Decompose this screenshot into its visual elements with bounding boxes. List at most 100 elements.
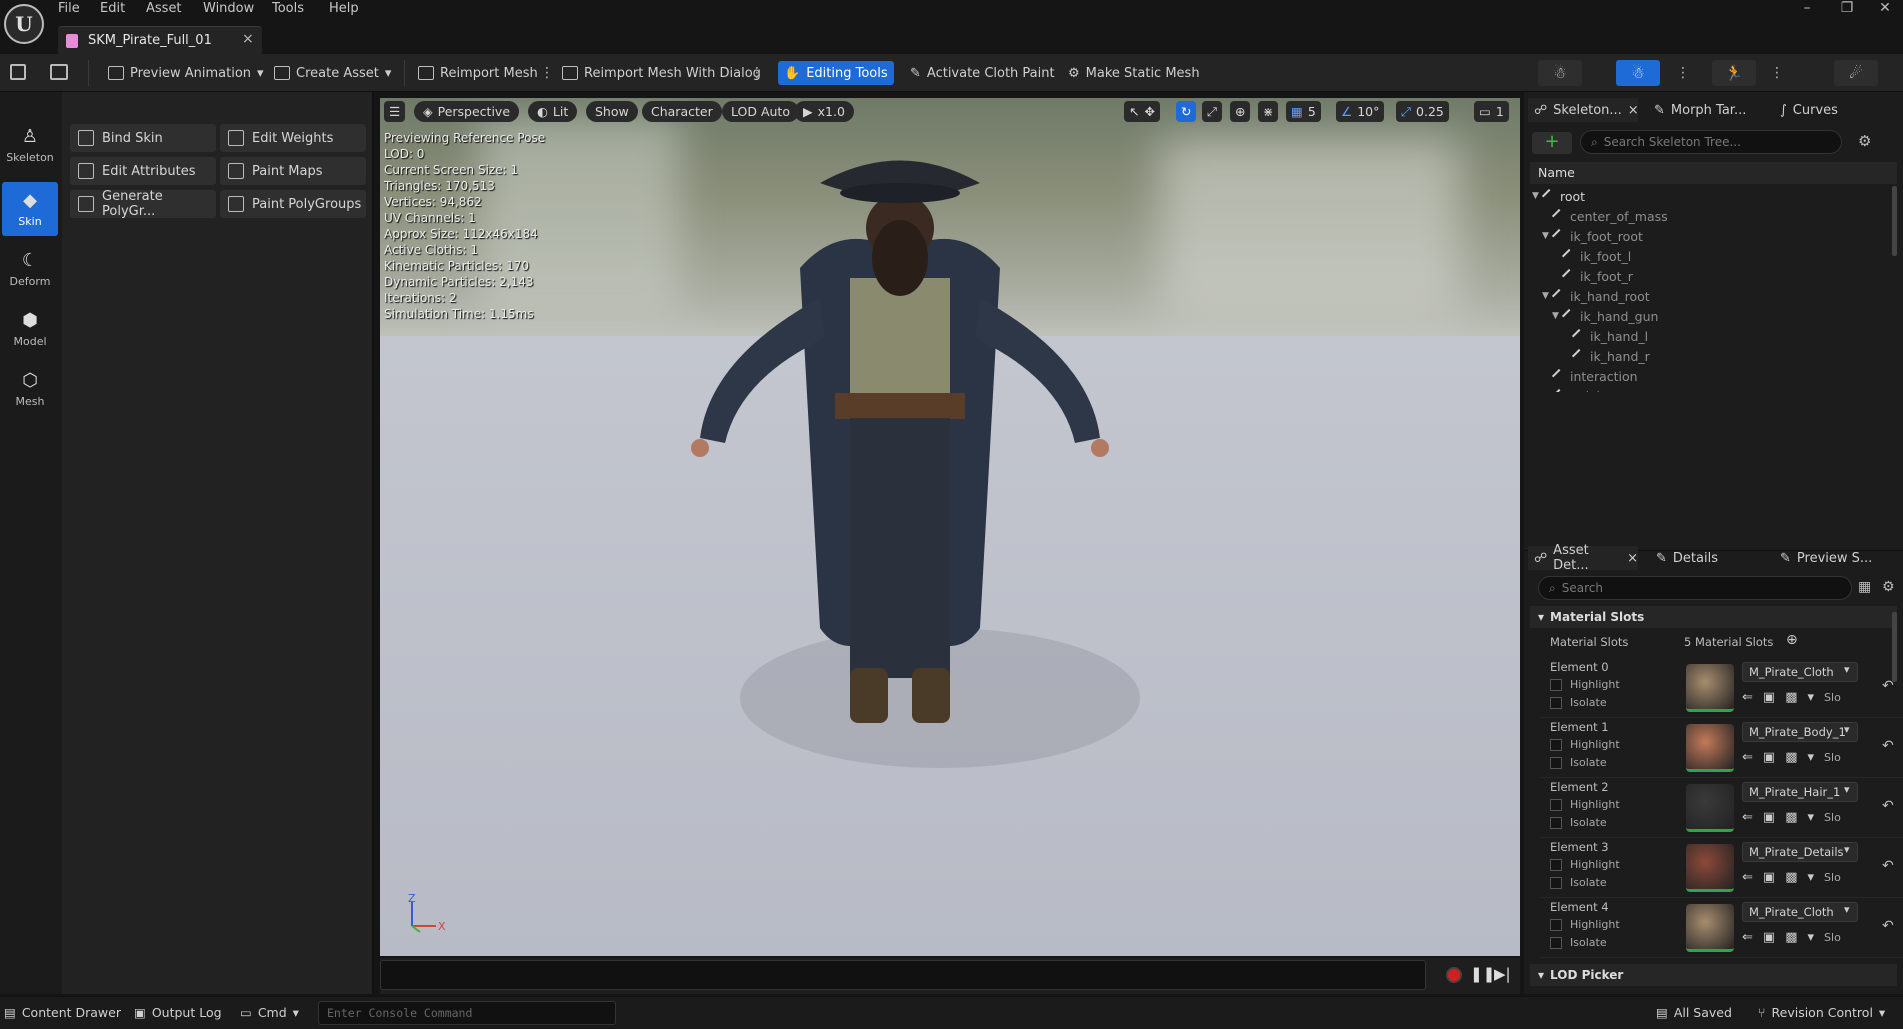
highlight-checkbox[interactable] xyxy=(1550,738,1562,751)
lod-picker-section[interactable]: ▾ LOD Picker xyxy=(1530,964,1897,986)
add-slot-icon[interactable]: ⊕ xyxy=(1786,632,1798,648)
menu-window[interactable]: Window xyxy=(203,1,254,16)
use-selected-icon[interactable]: ⇐ xyxy=(1742,930,1753,945)
material-dropdown[interactable]: M_Pirate_Details xyxy=(1742,842,1858,862)
surface-snap-button[interactable]: ⋇ xyxy=(1258,101,1279,122)
skeleton-search-input[interactable]: ⌕ Search Skeleton Tree... xyxy=(1580,130,1842,154)
bone-row[interactable]: ▼ pelvis xyxy=(1532,386,1892,392)
more-options-icon[interactable]: ⋮ xyxy=(1676,64,1690,82)
sidebar-item-deform[interactable]: ☾ Deform xyxy=(2,242,58,296)
close-icon[interactable]: × xyxy=(1627,551,1638,566)
tab-morph-targets[interactable]: ✎ Morph Tar... xyxy=(1654,98,1746,122)
highlight-row[interactable]: Highlight xyxy=(1550,798,1620,811)
highlight-checkbox[interactable] xyxy=(1550,798,1562,811)
sidebar-item-skeleton[interactable]: ♙ Skeleton xyxy=(2,118,58,172)
isolate-row[interactable]: Isolate xyxy=(1550,816,1607,829)
details-scrollbar[interactable] xyxy=(1892,612,1897,682)
bone-row[interactable]: center_of_mass xyxy=(1532,206,1892,226)
rotate-tool-button[interactable]: ↻ xyxy=(1176,101,1197,122)
skeleton-scrollbar[interactable] xyxy=(1892,186,1897,256)
activate-cloth-paint-button[interactable]: ✎ Activate Cloth Paint xyxy=(904,61,1061,85)
edit-weights-button[interactable]: Edit Weights xyxy=(220,124,366,152)
material-dropdown[interactable]: M_Pirate_Body_1 xyxy=(1742,722,1858,742)
sidebar-item-skin[interactable]: ◆ Skin xyxy=(2,182,58,236)
bone-row[interactable]: ik_hand_r xyxy=(1532,346,1892,366)
record-icon[interactable] xyxy=(1446,967,1462,983)
camera-speed-button[interactable]: ▭ 1 xyxy=(1474,101,1509,122)
tab-curves[interactable]: ∫ Curves xyxy=(1780,98,1838,122)
chevron-down-icon[interactable]: ▾ xyxy=(1808,930,1815,945)
world-local-button[interactable]: ⊕ xyxy=(1230,101,1251,122)
revision-control-button[interactable]: ⑂ Revision Control ▾ xyxy=(1758,1005,1885,1020)
menu-tools[interactable]: Tools xyxy=(272,1,304,16)
save-icon[interactable] xyxy=(10,64,26,80)
close-window-button[interactable]: ✕ xyxy=(1870,0,1900,20)
bone-row[interactable]: ik_foot_l xyxy=(1532,246,1892,266)
checker-icon[interactable]: ▩ xyxy=(1785,750,1797,765)
browse-folder-icon[interactable]: ▣ xyxy=(1763,870,1775,885)
use-selected-icon[interactable]: ⇐ xyxy=(1742,810,1753,825)
material-thumbnail[interactable] xyxy=(1686,724,1734,772)
browse-folder-icon[interactable]: ▣ xyxy=(1763,930,1775,945)
bone-row[interactable]: ▼ ik_foot_root xyxy=(1532,226,1892,246)
material-dropdown[interactable]: M_Pirate_Hair_1 xyxy=(1742,782,1858,802)
highlight-checkbox[interactable] xyxy=(1550,858,1562,871)
chevron-down-icon[interactable]: ▾ xyxy=(1808,750,1815,765)
preview-animation-button[interactable]: Preview Animation ▾ xyxy=(102,61,270,85)
tab-preview-scene[interactable]: ✎ Preview S... xyxy=(1780,546,1872,570)
menu-edit[interactable]: Edit xyxy=(100,1,125,16)
reimport-mesh-button[interactable]: Reimport Mesh xyxy=(412,61,544,85)
show-button[interactable]: Show xyxy=(586,101,638,122)
bind-skin-button[interactable]: Bind Skin xyxy=(70,124,216,152)
browse-folder-icon[interactable]: ▣ xyxy=(1763,810,1775,825)
bone-row[interactable]: ik_hand_l xyxy=(1532,326,1892,346)
bone-row[interactable]: ik_foot_r xyxy=(1532,266,1892,286)
material-thumbnail[interactable] xyxy=(1686,664,1734,712)
viewport[interactable]: Previewing Reference Pose LOD: 0 Current… xyxy=(380,98,1520,956)
menu-file[interactable]: File xyxy=(58,1,80,16)
chevron-down-icon[interactable]: ▾ xyxy=(1808,870,1815,885)
timeline-bar[interactable] xyxy=(380,960,1426,990)
gear-icon[interactable]: ⚙ xyxy=(1858,132,1871,150)
isolate-row[interactable]: Isolate xyxy=(1550,696,1607,709)
highlight-row[interactable]: Highlight xyxy=(1550,858,1620,871)
checker-icon[interactable]: ▩ xyxy=(1785,870,1797,885)
material-thumbnail[interactable] xyxy=(1686,904,1734,952)
highlight-checkbox[interactable] xyxy=(1550,678,1562,691)
generate-polygroups-button[interactable]: Generate PolyGr... xyxy=(70,189,216,219)
paint-polygroups-button[interactable]: Paint PolyGroups xyxy=(220,190,366,218)
output-log-button[interactable]: ▣ Output Log xyxy=(134,1005,222,1020)
asset-tab[interactable]: SKM_Pirate_Full_01 × xyxy=(58,26,262,54)
select-tool-button[interactable]: ↖ ✥ xyxy=(1124,101,1160,122)
tab-asset-details[interactable]: ☍ Asset Det... × xyxy=(1528,543,1638,573)
chevron-down-icon[interactable]: ▾ xyxy=(1808,690,1815,705)
all-saved-button[interactable]: ▤ All Saved xyxy=(1656,1005,1732,1020)
bone-row[interactable]: ▼ root xyxy=(1532,186,1892,206)
highlight-checkbox[interactable] xyxy=(1550,918,1562,931)
isolate-row[interactable]: Isolate xyxy=(1550,756,1607,769)
character-button[interactable]: Character xyxy=(642,101,722,122)
close-tab-icon[interactable]: × xyxy=(242,31,254,47)
step-forward-icon[interactable]: ▶| xyxy=(1494,965,1511,983)
highlight-row[interactable]: Highlight xyxy=(1550,918,1620,931)
more-options-icon[interactable]: ⋮ xyxy=(750,64,764,82)
use-selected-icon[interactable]: ⇐ xyxy=(1742,690,1753,705)
browse-folder-icon[interactable]: ▣ xyxy=(1763,750,1775,765)
add-bone-button[interactable]: + xyxy=(1532,132,1572,154)
chevron-down-icon[interactable]: ▾ xyxy=(1808,810,1815,825)
more-options-icon[interactable]: ⋮ xyxy=(540,64,554,82)
material-dropdown[interactable]: M_Pirate_Cloth xyxy=(1742,902,1858,922)
highlight-row[interactable]: Highlight xyxy=(1550,738,1620,751)
console-input[interactable]: Enter Console Command xyxy=(318,1001,616,1025)
reset-icon[interactable]: ↶ xyxy=(1882,798,1894,814)
grid-snap-button[interactable]: ▦ 5 xyxy=(1286,101,1321,122)
perspective-button[interactable]: ◈ Perspective xyxy=(414,101,520,122)
isolate-checkbox[interactable] xyxy=(1550,936,1562,949)
lod-button[interactable]: LOD Auto xyxy=(722,101,799,122)
make-static-mesh-button[interactable]: ⚙ Make Static Mesh xyxy=(1062,61,1206,85)
bone-row[interactable]: interaction xyxy=(1532,366,1892,386)
details-search-input[interactable]: ⌕ Search xyxy=(1538,576,1852,600)
bone-row[interactable]: ▼ ik_hand_root xyxy=(1532,286,1892,306)
material-slots-section[interactable]: ▾ Material Slots xyxy=(1530,606,1897,628)
checker-icon[interactable]: ▩ xyxy=(1785,930,1797,945)
